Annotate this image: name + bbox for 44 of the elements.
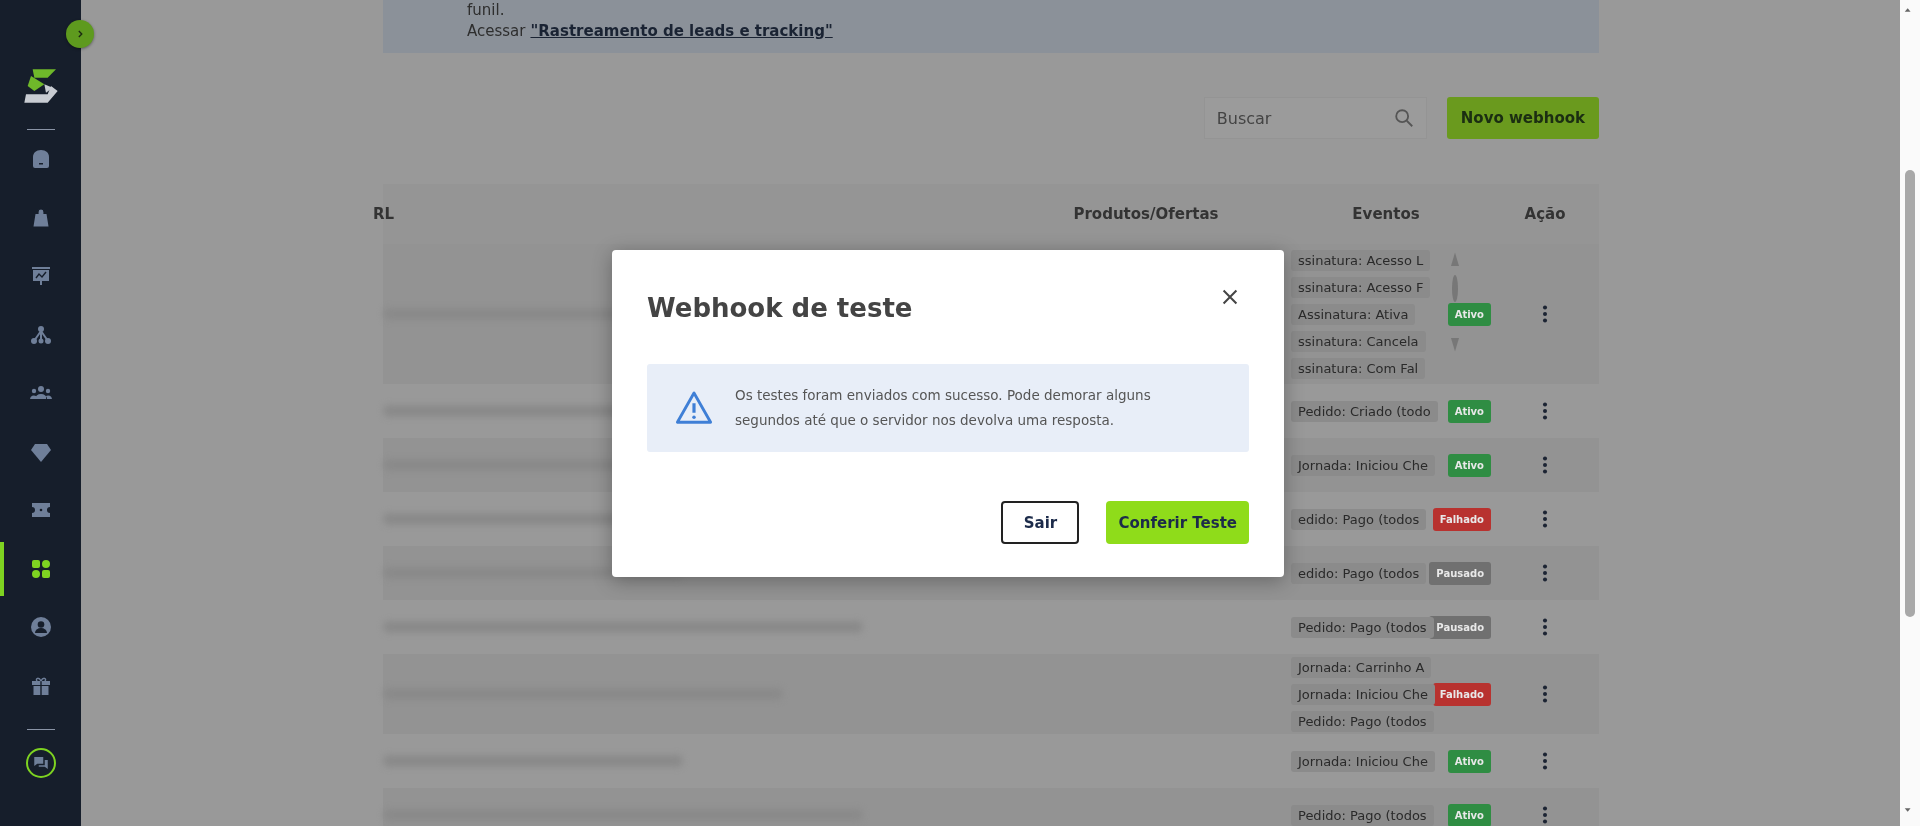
status-badge: Pausado	[1429, 561, 1491, 585]
event-tag: edido: Pago (todos	[1291, 508, 1427, 530]
warning-icon	[675, 389, 713, 427]
event-tag: ssinatura: Com Fal	[1291, 357, 1426, 379]
status-badge: Falhado	[1432, 682, 1491, 706]
status-badge: Falhado	[1432, 507, 1491, 531]
column-header: RL	[373, 205, 395, 223]
search-field[interactable]: Buscar	[1203, 97, 1427, 139]
event-tag: ssinatura: Acesso F	[1291, 276, 1431, 298]
status-badge: Ativo	[1447, 399, 1491, 423]
event-tag: Pedido: Pago (todos	[1291, 804, 1434, 826]
status-badge: Ativo	[1447, 749, 1491, 773]
banner-text: funil.	[467, 0, 506, 21]
status-badge: Ativo	[1447, 302, 1491, 326]
column-header: Eventos	[1352, 205, 1420, 223]
event-tag: Jornada: Iniciou Che	[1291, 750, 1435, 772]
event-tag: Pedido: Pago (todos	[1291, 616, 1434, 638]
event-tag: Assinatura: Ativa	[1291, 303, 1416, 325]
event-tag: Pedido: Pago (todos	[1291, 710, 1434, 732]
exit-button[interactable]: Sair	[1001, 501, 1080, 544]
sidebar-toggle-button[interactable]	[66, 20, 94, 48]
event-tag: Jornada: Iniciou Che	[1291, 683, 1435, 705]
chat-button[interactable]	[25, 748, 56, 778]
dialog-title: Webhook de teste	[647, 292, 913, 323]
column-header: Ação	[1524, 205, 1566, 223]
status-badge: Ativo	[1447, 453, 1491, 477]
event-tag: Pedido: Criado (todo	[1291, 400, 1438, 422]
new-webhook-button[interactable]: Novo webhook	[1446, 97, 1599, 139]
event-tag: Jornada: Iniciou Che	[1291, 454, 1435, 476]
search-icon[interactable]	[1392, 107, 1415, 129]
event-tag: Jornada: Carrinho A	[1291, 656, 1432, 678]
scrollbar-thumb[interactable]	[1905, 170, 1915, 617]
check-test-button[interactable]: Conferir Teste	[1106, 501, 1249, 544]
user-icon	[28, 615, 53, 640]
tracking-link[interactable]: "Rastreamento de leads e tracking"	[530, 21, 833, 42]
status-badge: Pausado	[1429, 615, 1491, 639]
status-badge: Ativo	[1447, 803, 1491, 826]
column-header: Produtos/Ofertas	[1073, 205, 1219, 223]
event-tag: ssinatura: Cancela	[1291, 330, 1426, 352]
banner-text: Acessar	[467, 21, 526, 42]
event-tag: edido: Pago (todos	[1291, 562, 1427, 584]
alert-message: Os testes foram enviados com sucesso. Pode demorar alguns segundos até que o servidor nos devolva uma resposta.	[735, 386, 1152, 430]
chat-icon	[31, 754, 50, 772]
event-tag: ssinatura: Acesso L	[1291, 249, 1431, 271]
